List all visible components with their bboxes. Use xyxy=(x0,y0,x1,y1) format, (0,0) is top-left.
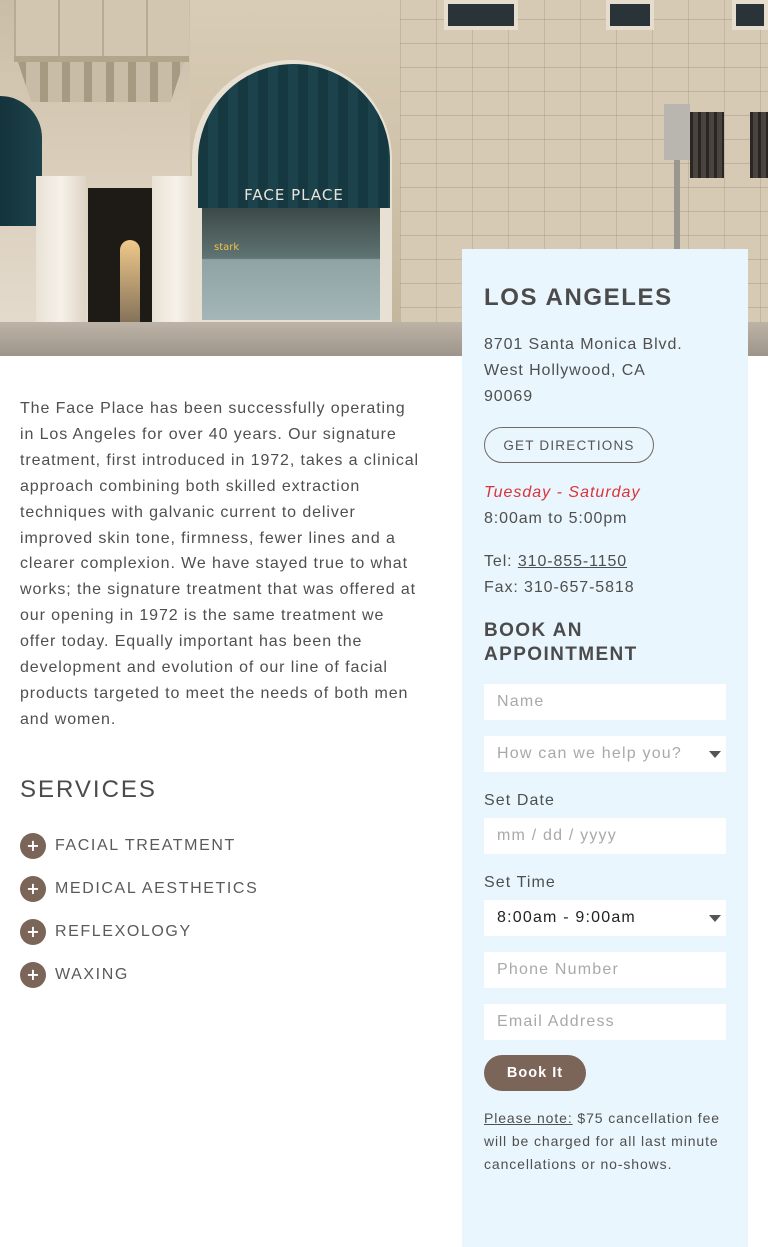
services-list: + FACIAL TREATMENT + MEDICAL AESTHETICS … xyxy=(20,832,258,1005)
open-days: Tuesday - Saturday xyxy=(484,484,641,501)
service-item-waxing[interactable]: + WAXING xyxy=(20,962,258,989)
heading-line: APPOINTMENT xyxy=(484,644,638,665)
phone-input[interactable]: Phone Number xyxy=(484,952,726,988)
street-sign xyxy=(664,104,690,160)
telephone: Tel: 310-855-1150 xyxy=(484,553,627,571)
address-line: 8701 Santa Monica Blvd. xyxy=(484,336,683,353)
city-heading: LOS ANGELES xyxy=(484,284,673,311)
service-item-facial-treatment[interactable]: + FACIAL TREATMENT xyxy=(20,832,258,859)
tower-corbel xyxy=(18,62,184,102)
set-date-label: Set Date xyxy=(484,792,556,809)
window-label: stark xyxy=(214,242,240,253)
date-input[interactable]: mm / dd / yyyy xyxy=(484,818,726,854)
barred-window xyxy=(750,112,768,178)
service-item-medical-aesthetics[interactable]: + MEDICAL AESTHETICS xyxy=(20,875,258,902)
address: 8701 Santa Monica Blvd. West Hollywood, … xyxy=(484,332,683,410)
tel-label: Tel: xyxy=(484,553,518,570)
upper-window xyxy=(732,0,768,30)
open-hours: 8:00am to 5:00pm xyxy=(484,510,628,527)
shop-window xyxy=(202,208,380,320)
service-item-reflexology[interactable]: + REFLEXOLOGY xyxy=(20,919,258,946)
about-text: The Face Place has been successfully ope… xyxy=(20,400,419,728)
services-heading: SERVICES xyxy=(20,776,157,803)
plus-icon: + xyxy=(20,875,46,902)
heading-line: BOOK AN xyxy=(484,620,583,641)
upper-window xyxy=(444,0,518,30)
help-select[interactable]: How can we help you? xyxy=(484,736,726,772)
cancellation-note: Please note: $75 cancellation fee will b… xyxy=(484,1107,730,1176)
service-label: MEDICAL AESTHETICS xyxy=(55,879,259,897)
get-directions-button[interactable]: GET DIRECTIONS xyxy=(484,427,654,463)
location-panel: LOS ANGELES 8701 Santa Monica Blvd. West… xyxy=(462,249,748,1247)
upper-window xyxy=(606,0,654,30)
tower-balcony xyxy=(14,0,189,62)
name-input[interactable]: Name xyxy=(484,684,726,720)
plus-icon: + xyxy=(20,832,46,859)
barred-window xyxy=(690,112,724,178)
door-light xyxy=(120,240,140,330)
set-time-label: Set Time xyxy=(484,874,556,891)
time-select[interactable]: 8:00am - 9:00am xyxy=(484,900,726,936)
address-line: 90069 xyxy=(484,388,533,405)
book-appointment-heading: BOOK AN APPOINTMENT xyxy=(484,619,684,667)
service-label: FACIAL TREATMENT xyxy=(55,836,236,854)
phone-link[interactable]: 310-855-1150 xyxy=(518,553,627,570)
plus-icon: + xyxy=(20,919,46,946)
service-label: WAXING xyxy=(55,966,129,984)
note-label: Please note: xyxy=(484,1110,573,1126)
email-input[interactable]: Email Address xyxy=(484,1004,726,1040)
awning-sign: FACE PLACE xyxy=(244,186,344,204)
fax: Fax: 310-657-5818 xyxy=(484,579,635,596)
plus-icon: + xyxy=(20,962,46,989)
address-line: West Hollywood, CA xyxy=(484,362,646,379)
service-label: REFLEXOLOGY xyxy=(55,923,192,941)
book-it-button[interactable]: Book It xyxy=(484,1055,586,1091)
